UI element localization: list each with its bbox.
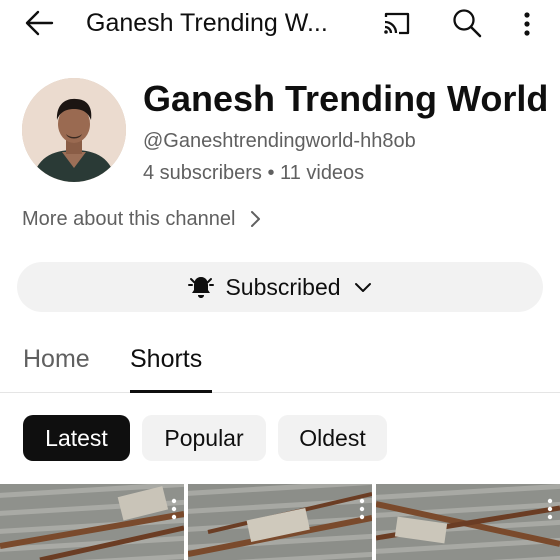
channel-handle: @Ganeshtrendingworld-hh8ob: [143, 130, 416, 152]
search-icon: [453, 9, 482, 38]
channel-tabs: Home Shorts: [0, 332, 560, 393]
back-button[interactable]: [22, 6, 58, 40]
chevron-right-icon: [251, 211, 261, 227]
tab-shorts[interactable]: Shorts: [130, 342, 202, 376]
subscribed-button[interactable]: Subscribed: [17, 262, 543, 312]
chevron-down-icon: [354, 283, 371, 292]
cast-button[interactable]: [380, 7, 414, 39]
short-thumbnail[interactable]: [188, 484, 372, 560]
cast-icon: [384, 12, 410, 35]
filter-chip-popular[interactable]: Popular: [142, 415, 266, 461]
more-vertical-icon[interactable]: [358, 498, 366, 520]
thumbnail-image: [188, 484, 372, 560]
bell-icon: [188, 277, 215, 298]
more-about-channel-link[interactable]: More about this channel: [22, 204, 263, 234]
channel-avatar[interactable]: [22, 78, 126, 182]
thumbnail-image: [376, 484, 560, 560]
search-button[interactable]: [450, 6, 484, 40]
more-options-button[interactable]: [514, 7, 540, 41]
active-tab-indicator: [130, 390, 212, 393]
more-vertical-icon: [524, 12, 530, 36]
more-about-label: More about this channel: [22, 207, 236, 230]
tab-home[interactable]: Home: [23, 342, 90, 376]
filter-chip-oldest[interactable]: Oldest: [278, 415, 387, 461]
more-vertical-icon[interactable]: [546, 498, 554, 520]
top-app-bar: Ganesh Trending W...: [0, 0, 560, 46]
short-thumbnail[interactable]: [0, 484, 184, 560]
filter-chip-latest[interactable]: Latest: [23, 415, 130, 461]
channel-stats: 4 subscribers • 11 videos: [143, 162, 365, 184]
back-arrow-icon: [25, 10, 54, 36]
short-thumbnail[interactable]: [376, 484, 560, 560]
subscribed-label: Subscribed: [225, 273, 341, 300]
channel-name: Ganesh Trending World: [143, 78, 549, 119]
more-vertical-icon[interactable]: [170, 498, 178, 520]
top-bar-title: Ganesh Trending W...: [86, 9, 328, 37]
thumbnail-image: [0, 484, 184, 560]
avatar-image: [22, 78, 126, 182]
